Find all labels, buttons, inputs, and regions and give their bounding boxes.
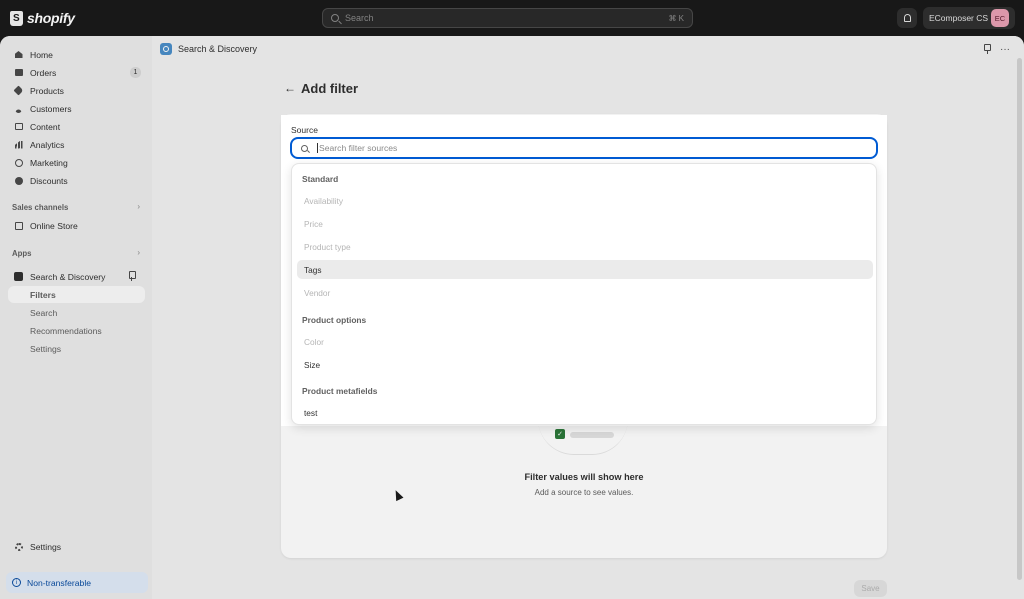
search-icon — [331, 14, 339, 22]
discount-icon — [14, 176, 23, 185]
info-icon: i — [12, 578, 21, 587]
text-caret — [317, 143, 318, 153]
source-search-input[interactable] — [319, 143, 859, 153]
sidebar-item-discounts[interactable]: Discounts — [8, 172, 145, 189]
person-icon — [14, 104, 23, 113]
non-transferable-banner[interactable]: i Non-transferable — [6, 572, 148, 593]
global-search-input[interactable]: Search ⌘ K — [322, 8, 693, 28]
sidebar-item-label: Products — [30, 85, 64, 96]
sidebar-item-app-settings[interactable]: Settings — [8, 340, 145, 357]
content-icon — [14, 122, 23, 131]
sidebar-item-online-store[interactable]: Online Store — [8, 217, 145, 234]
sidebar-item-orders[interactable]: Orders 1 — [8, 64, 145, 81]
section-label-text: Apps — [12, 249, 32, 258]
sales-channels-heading[interactable]: Sales channels — [12, 203, 68, 212]
bell-icon — [903, 14, 911, 22]
sidebar-item-products[interactable]: Products — [8, 82, 145, 99]
option-size[interactable]: Size — [297, 355, 873, 374]
search-shortcut: ⌘ K — [668, 13, 684, 23]
option-vendor: Vendor — [304, 287, 331, 298]
gear-icon — [14, 542, 23, 551]
store-menu-button[interactable]: EComposer CS EC — [923, 7, 1015, 29]
shopify-logo[interactable]: shopify — [10, 10, 75, 26]
sidebar-item-label: Marketing — [30, 157, 68, 168]
storefront-icon — [14, 221, 23, 230]
option-color: Color — [304, 336, 324, 347]
sidebar-item-settings[interactable]: Settings — [8, 538, 145, 555]
sidebar-item-label: Settings — [30, 541, 62, 552]
placeholder-bar — [570, 432, 614, 438]
sidebar-item-analytics[interactable]: Analytics — [8, 136, 145, 153]
page-title: Add filter — [301, 81, 359, 96]
sidebar: Home Orders 1 Products Customers Content… — [0, 36, 152, 599]
sidebar-item-filters[interactable]: Filters — [8, 286, 145, 303]
empty-state-title: Filter values will show here — [524, 472, 644, 482]
sidebar-item-search-discovery[interactable]: Search & Discovery — [8, 268, 145, 285]
checkbox-icon: ✓ — [555, 429, 565, 439]
app-actions: ··· — [984, 44, 1010, 55]
source-dropdown: Standard Availability Price Product type… — [291, 163, 877, 425]
sidebar-item-label: Orders — [30, 67, 57, 78]
sidebar-item-marketing[interactable]: Marketing — [8, 154, 145, 171]
option-tags[interactable]: Tags — [297, 260, 873, 279]
group-heading-product-metafields: Product metafields — [302, 386, 378, 396]
scrollbar[interactable] — [1017, 58, 1022, 580]
non-transferable-label: Non-transferable — [27, 577, 92, 588]
tag-icon — [13, 85, 24, 96]
option-price: Price — [304, 218, 323, 229]
app-title-bar: Search & Discovery — [160, 43, 257, 55]
sidebar-item-content[interactable]: Content — [8, 118, 145, 135]
sidebar-item-label: Analytics — [30, 139, 65, 150]
sidebar-item-label: Online Store — [30, 220, 78, 231]
inbox-icon — [14, 68, 23, 77]
sidebar-item-label: Settings — [30, 343, 62, 354]
chevron-right-icon[interactable]: › — [137, 248, 140, 257]
search-icon — [301, 144, 308, 152]
top-bar: shopify Search ⌘ K EComposer CS EC — [0, 0, 1024, 36]
app-title: Search & Discovery — [178, 44, 258, 54]
brand-wordmark: shopify — [27, 10, 75, 26]
more-actions-icon[interactable]: ··· — [1000, 44, 1010, 55]
search-discovery-app-icon — [160, 43, 172, 55]
sidebar-item-recommendations[interactable]: Recommendations — [8, 322, 145, 339]
option-availability: Availability — [304, 195, 344, 206]
apps-heading[interactable]: Apps — [12, 249, 32, 258]
sidebar-item-label: Filters — [30, 289, 56, 300]
global-search-placeholder: Search — [345, 13, 374, 23]
group-heading-product-options: Product options — [302, 315, 367, 325]
sidebar-item-label: Recommendations — [30, 325, 102, 336]
sidebar-item-search[interactable]: Search — [8, 304, 145, 321]
orders-count-badge: 1 — [130, 67, 141, 78]
chevron-right-icon[interactable]: › — [137, 202, 140, 211]
source-search-field[interactable] — [290, 137, 878, 159]
sidebar-item-label: Home — [30, 49, 53, 60]
notifications-button[interactable] — [897, 8, 917, 28]
group-heading-standard: Standard — [302, 174, 339, 184]
sidebar-item-customers[interactable]: Customers — [8, 100, 145, 117]
pin-icon[interactable] — [128, 271, 136, 281]
sidebar-item-label: Discounts — [30, 175, 68, 186]
section-label-text: Sales channels — [12, 203, 69, 212]
shopify-bag-icon — [10, 10, 23, 26]
home-icon — [14, 50, 23, 59]
avatar: EC — [991, 9, 1009, 27]
target-icon — [14, 158, 23, 167]
option-product-type: Product type — [304, 241, 351, 252]
empty-state-subtitle: Add a source to see values. — [534, 488, 634, 497]
sidebar-item-home[interactable]: Home — [8, 46, 145, 63]
pin-icon[interactable] — [984, 44, 991, 54]
bar-chart-icon — [14, 140, 23, 149]
back-arrow-icon[interactable]: ← — [284, 81, 296, 95]
sidebar-item-label: Customers — [30, 103, 72, 114]
save-button[interactable]: Save — [854, 580, 887, 597]
sidebar-item-label: Content — [30, 121, 61, 132]
store-name: EComposer CS — [929, 13, 989, 23]
source-label: Source — [291, 125, 318, 135]
sidebar-item-label: Search — [30, 307, 58, 318]
sidebar-item-label: Search & Discovery — [30, 271, 106, 282]
search-discovery-app-icon — [14, 272, 23, 281]
option-test[interactable]: test — [297, 403, 873, 422]
